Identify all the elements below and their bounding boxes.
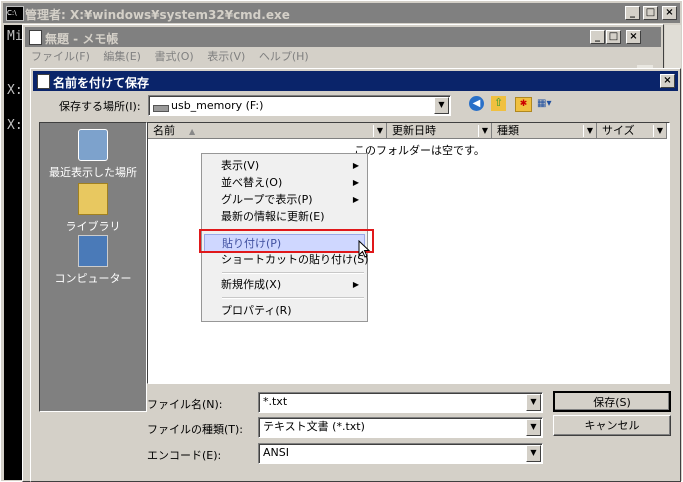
menu-item-properties[interactable]: プロパティ(R)	[204, 302, 365, 320]
cmd-close-button[interactable]: ×	[662, 6, 677, 20]
encoding-select[interactable]: ANSI ▼	[258, 443, 543, 464]
menu-item-new-label: 新規作成(X)	[221, 278, 282, 291]
filename-value: *.txt	[263, 395, 288, 408]
filename-dropdown-button[interactable]: ▼	[526, 394, 541, 411]
drive-icon	[153, 105, 169, 112]
dialog-icon	[37, 74, 50, 89]
column-date-label: 更新日時	[392, 124, 436, 137]
location-combo[interactable]: usb_memory (F:) ▼	[148, 95, 451, 116]
menu-item-new[interactable]: 新規作成(X) ▶	[204, 276, 365, 294]
menu-item-view-label: 表示(V)	[221, 159, 260, 172]
library-icon	[78, 183, 108, 215]
empty-folder-text: このフォルダーは空です。	[354, 144, 485, 157]
up-folder-icon[interactable]: ⇧	[491, 96, 506, 111]
notepad-maximize-button[interactable]: □	[606, 30, 621, 44]
cmd-maximize-button[interactable]: □	[643, 6, 658, 20]
place-library[interactable]: ライブラリ	[40, 183, 146, 234]
column-type[interactable]: 種類 ▼	[492, 123, 597, 139]
menu-item-paste-shortcut-label: ショートカットの貼り付け(S)	[221, 253, 369, 266]
menu-item-view[interactable]: 表示(V) ▶	[204, 157, 365, 175]
column-size-dropdown[interactable]: ▼	[653, 125, 666, 137]
menu-help[interactable]: ヘルプ(H)	[259, 50, 309, 63]
highlight-box	[199, 229, 374, 253]
dialog-close-button[interactable]: ×	[660, 74, 675, 88]
column-size[interactable]: サイズ ▼	[597, 123, 667, 139]
menu-item-paste-shortcut[interactable]: ショートカットの貼り付け(S)	[204, 251, 369, 269]
new-folder-icon[interactable]: ✱	[515, 97, 532, 112]
encoding-dropdown-button[interactable]: ▼	[526, 445, 541, 462]
menu-view[interactable]: 表示(V)	[207, 50, 245, 63]
cmd-minimize-button[interactable]: _	[625, 6, 640, 20]
place-recent[interactable]: 最近表示した場所	[40, 129, 146, 180]
menu-separator	[222, 272, 364, 274]
sort-up-icon: ▲	[189, 127, 196, 136]
location-value: usb_memory (F:)	[171, 99, 264, 112]
filename-label: ファイル名(N):	[147, 398, 223, 411]
menu-item-sort[interactable]: 並べ替え(O) ▶	[204, 174, 365, 192]
menu-item-refresh[interactable]: 最新の情報に更新(E)	[204, 208, 365, 226]
place-library-label: ライブラリ	[65, 220, 121, 233]
dialog-titlebar[interactable]: 名前を付けて保存 ×	[33, 71, 678, 91]
place-recent-label: 最近表示した場所	[49, 166, 137, 179]
submenu-arrow-icon: ▶	[352, 178, 359, 187]
column-date-dropdown[interactable]: ▼	[478, 125, 491, 137]
location-dropdown-button[interactable]: ▼	[434, 97, 449, 114]
cmd-title: 管理者: X:¥windows¥system32¥cmd.exe	[25, 8, 290, 22]
filetype-label: ファイルの種類(T):	[147, 423, 244, 436]
notepad-icon	[29, 30, 42, 45]
places-bar: 最近表示した場所 ライブラリ コンピューター	[39, 122, 147, 412]
notepad-titlebar[interactable]: 無題 - メモ帳 _ □ ×	[25, 27, 661, 47]
menu-item-group[interactable]: グループで表示(P) ▶	[204, 191, 365, 209]
cmd-titlebar[interactable]: C:\ 管理者: X:¥windows¥system32¥cmd.exe _ □…	[3, 3, 680, 23]
column-name-label: 名前	[153, 124, 175, 137]
cmd-icon: C:\	[6, 6, 24, 21]
menu-item-properties-label: プロパティ(R)	[221, 304, 292, 317]
submenu-arrow-icon: ▶	[352, 195, 359, 204]
save-button[interactable]: 保存(S)	[553, 391, 671, 412]
column-size-label: サイズ	[602, 124, 635, 137]
place-computer-label: コンピューター	[54, 272, 132, 285]
cmd-line-2: X:	[7, 83, 23, 98]
mouse-cursor-icon	[358, 240, 371, 258]
filename-input[interactable]: *.txt ▼	[258, 392, 543, 413]
back-icon[interactable]: ◀	[469, 96, 484, 111]
filetype-select[interactable]: テキスト文書 (*.txt) ▼	[258, 417, 543, 438]
column-name-dropdown[interactable]: ▼	[373, 125, 386, 137]
submenu-arrow-icon: ▶	[352, 280, 359, 289]
dialog-title: 名前を付けて保存	[53, 76, 150, 90]
column-date[interactable]: 更新日時 ▼	[387, 123, 492, 139]
filetype-dropdown-button[interactable]: ▼	[526, 419, 541, 436]
submenu-arrow-icon: ▶	[352, 161, 359, 170]
column-name[interactable]: 名前 ▲ ▼	[148, 123, 387, 139]
menu-separator	[222, 297, 364, 299]
menu-item-group-label: グループで表示(P)	[221, 193, 313, 206]
column-type-label: 種類	[497, 124, 519, 137]
cmd-line-3: X:	[7, 118, 23, 133]
menu-file[interactable]: ファイル(F)	[31, 50, 90, 63]
menu-item-sort-label: 並べ替え(O)	[221, 176, 283, 189]
notepad-minimize-button[interactable]: _	[590, 30, 605, 44]
cmd-line-1: Mi	[7, 29, 23, 44]
recent-places-icon	[78, 129, 108, 161]
view-menu-icon[interactable]: ▦▾	[537, 96, 559, 111]
filetype-value: テキスト文書 (*.txt)	[263, 420, 365, 433]
notepad-title: 無題 - メモ帳	[45, 32, 119, 46]
notepad-close-button[interactable]: ×	[626, 30, 641, 44]
column-type-dropdown[interactable]: ▼	[583, 125, 596, 137]
place-computer[interactable]: コンピューター	[40, 235, 146, 286]
computer-icon	[78, 235, 108, 267]
cancel-button[interactable]: キャンセル	[553, 415, 671, 436]
encoding-label: エンコード(E):	[147, 449, 222, 462]
notepad-menubar: ファイル(F) 編集(E) 書式(O) 表示(V) ヘルプ(H)	[31, 48, 319, 64]
menu-item-refresh-label: 最新の情報に更新(E)	[221, 210, 325, 223]
menu-edit[interactable]: 編集(E)	[103, 50, 141, 63]
menu-format[interactable]: 書式(O)	[154, 50, 193, 63]
encoding-value: ANSI	[263, 446, 289, 459]
location-label: 保存する場所(I):	[59, 100, 141, 113]
